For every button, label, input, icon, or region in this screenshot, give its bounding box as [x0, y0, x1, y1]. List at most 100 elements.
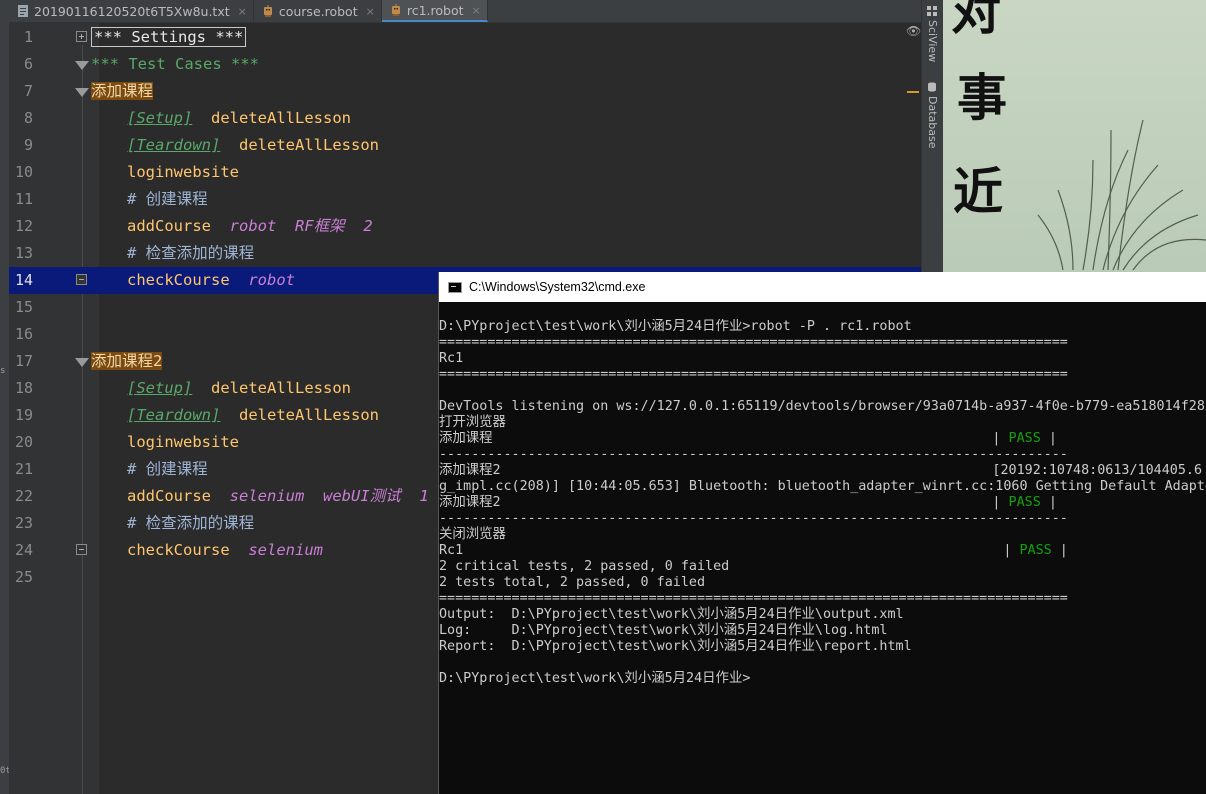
- keyword-argument: robot: [229, 217, 277, 235]
- keyword-argument: selenium: [229, 487, 305, 505]
- line-number: 25: [14, 568, 33, 586]
- console-line-text: ========================================…: [439, 591, 1068, 606]
- keyword-call: loginwebsite: [127, 163, 239, 181]
- keyword-call: checkCourse: [127, 541, 230, 559]
- line-number: 8: [23, 109, 33, 127]
- database-icon: [928, 82, 936, 92]
- wallpaper-calligraphy: 对: [951, 0, 1001, 41]
- console-line-text: g_impl.cc(208)] [10:44:05.653] Bluetooth…: [439, 479, 1206, 494]
- console-line-text: 添加课程2 |: [439, 495, 1009, 510]
- line-number: 21: [14, 460, 33, 478]
- pass-status: PASS: [1008, 495, 1041, 510]
- console-line-text: ----------------------------------------…: [439, 447, 1068, 462]
- code-comment: # 创建课程: [127, 460, 208, 478]
- console-line: g_impl.cc(208)] [10:44:05.653] Bluetooth…: [439, 479, 1206, 495]
- keyword-call: checkCourse: [127, 271, 230, 289]
- keyword-argument: 2: [363, 217, 373, 235]
- code-line[interactable]: 7 添加课程: [9, 78, 921, 105]
- sciview-icon: [927, 6, 937, 16]
- line-number: 1: [23, 28, 33, 46]
- code-line[interactable]: 6 *** Test Cases ***: [9, 51, 921, 78]
- keyword-argument: 1: [419, 487, 429, 505]
- tab-label: course.robot: [278, 3, 358, 19]
- console-line-text: D:\PYproject\test\work\刘小涵5月24日作业>: [439, 671, 751, 686]
- console-line: 2 critical tests, 2 passed, 0 failed: [439, 559, 729, 575]
- code-comment: # 检查添加的课程: [127, 244, 255, 262]
- tab-label: 20190116120520t6T5Xw8u.txt: [34, 3, 230, 19]
- console-icon: [448, 281, 462, 293]
- keyword-call: addCourse: [127, 487, 211, 505]
- left-strip-fragment: s: [0, 366, 6, 376]
- teardown-setting: [Teardown]: [127, 406, 221, 424]
- console-line: Log: D:\PYproject\test\work\刘小涵5月24日作业\l…: [439, 623, 887, 639]
- cmd-window-title: C:\Windows\System32\cmd.exe: [469, 280, 646, 294]
- sciview-tool-button[interactable]: SciView: [926, 20, 939, 62]
- test-case-name: 添加课程: [91, 82, 154, 100]
- console-line: D:\PYproject\test\work\刘小涵5月24日作业>: [439, 671, 750, 687]
- keyword-call: deleteAllLesson: [239, 136, 379, 154]
- test-cases-header: *** Test Cases ***: [91, 55, 259, 73]
- line-number: 18: [14, 379, 33, 397]
- fold-expand-icon[interactable]: [76, 31, 87, 42]
- fold-collapse-icon[interactable]: [75, 61, 89, 70]
- database-tool-button[interactable]: Database: [926, 96, 939, 149]
- console-line: ========================================…: [439, 591, 1068, 607]
- fold-collapse-icon[interactable]: [75, 88, 89, 97]
- console-line: 添加课程2 [20192:10748:0613/104405.6: [439, 463, 1202, 479]
- warning-marker[interactable]: [907, 91, 919, 93]
- code-comment: # 创建课程: [127, 190, 208, 208]
- close-icon[interactable]: ×: [238, 5, 247, 18]
- close-icon[interactable]: ×: [366, 5, 375, 18]
- fold-collapse-icon[interactable]: [75, 358, 89, 367]
- line-number: 9: [23, 136, 33, 154]
- editor-tab-bar: 20190116120520t6T5Xw8u.txt × course.robo…: [9, 0, 921, 23]
- console-line-text: Output: D:\PYproject\test\work\刘小涵5月24日作…: [439, 607, 904, 622]
- code-line[interactable]: 13 # 检查添加的课程: [9, 240, 921, 267]
- console-line-text: 关闭浏览器: [439, 527, 506, 542]
- line-number: 24: [14, 541, 33, 559]
- console-line-text: ========================================…: [439, 335, 1068, 350]
- console-line-text: Rc1 |: [439, 543, 1020, 558]
- console-line: Output: D:\PYproject\test\work\刘小涵5月24日作…: [439, 607, 904, 623]
- code-line[interactable]: 11 # 创建课程: [9, 186, 921, 213]
- tab-label: rc1.robot: [406, 2, 464, 18]
- fold-end-icon[interactable]: [76, 544, 87, 555]
- code-line[interactable]: 12 addCourse robot RF框架 2: [9, 213, 921, 240]
- tab-txt-file[interactable]: 20190116120520t6T5Xw8u.txt ×: [9, 0, 254, 22]
- code-line[interactable]: 1 *** Settings ***: [9, 24, 921, 51]
- console-line-text: 添加课程2 [20192:10748:0613/104405.6: [439, 463, 1203, 478]
- console-line: Rc1 | PASS |: [439, 543, 1068, 559]
- pass-status: PASS: [1019, 543, 1052, 558]
- robot-file-icon: [391, 4, 400, 16]
- cmd-console-output[interactable]: D:\PYproject\test\work\刘小涵5月24日作业>robot …: [439, 319, 1206, 794]
- tab-rc1-robot[interactable]: rc1.robot ×: [381, 0, 488, 22]
- keyword-argument: webUI测试: [323, 487, 401, 505]
- keyword-call: deleteAllLesson: [239, 406, 379, 424]
- fold-end-icon[interactable]: [76, 274, 87, 285]
- code-line[interactable]: 9 [Teardown] deleteAllLesson: [9, 132, 921, 159]
- cmd-title-bar[interactable]: C:\Windows\System32\cmd.exe: [439, 272, 1206, 302]
- code-line[interactable]: 8 [Setup] deleteAllLesson: [9, 105, 921, 132]
- test-case-name: 添加课程2: [91, 352, 163, 370]
- line-number: 11: [14, 190, 33, 208]
- code-comment: # 检查添加的课程: [127, 514, 255, 532]
- console-line: ----------------------------------------…: [439, 511, 1068, 527]
- eye-icon[interactable]: 👁: [906, 24, 921, 38]
- close-icon[interactable]: ×: [472, 4, 481, 17]
- keyword-argument: robot: [248, 271, 295, 289]
- tab-course-robot[interactable]: course.robot ×: [254, 0, 382, 22]
- line-number: 7: [23, 82, 33, 100]
- console-line: 打开浏览器: [439, 415, 506, 431]
- cmd-window[interactable]: C:\Windows\System32\cmd.exe D:\PYproject…: [438, 272, 1206, 794]
- console-line: DevTools listening on ws://127.0.0.1:651…: [439, 399, 1206, 415]
- text-file-icon: [18, 5, 28, 17]
- console-line-text: ----------------------------------------…: [439, 511, 1068, 526]
- keyword-argument: selenium: [248, 541, 323, 559]
- console-line: ========================================…: [439, 335, 1068, 351]
- code-line[interactable]: 10 loginwebsite: [9, 159, 921, 186]
- console-line-text: Report: D:\PYproject\test\work\刘小涵5月24日作…: [439, 639, 912, 654]
- console-line-text: Log: D:\PYproject\test\work\刘小涵5月24日作业\l…: [439, 623, 888, 638]
- console-line-tail: |: [1051, 543, 1068, 558]
- line-number: 22: [14, 487, 33, 505]
- console-line-text: DevTools listening on ws://127.0.0.1:651…: [439, 399, 1206, 414]
